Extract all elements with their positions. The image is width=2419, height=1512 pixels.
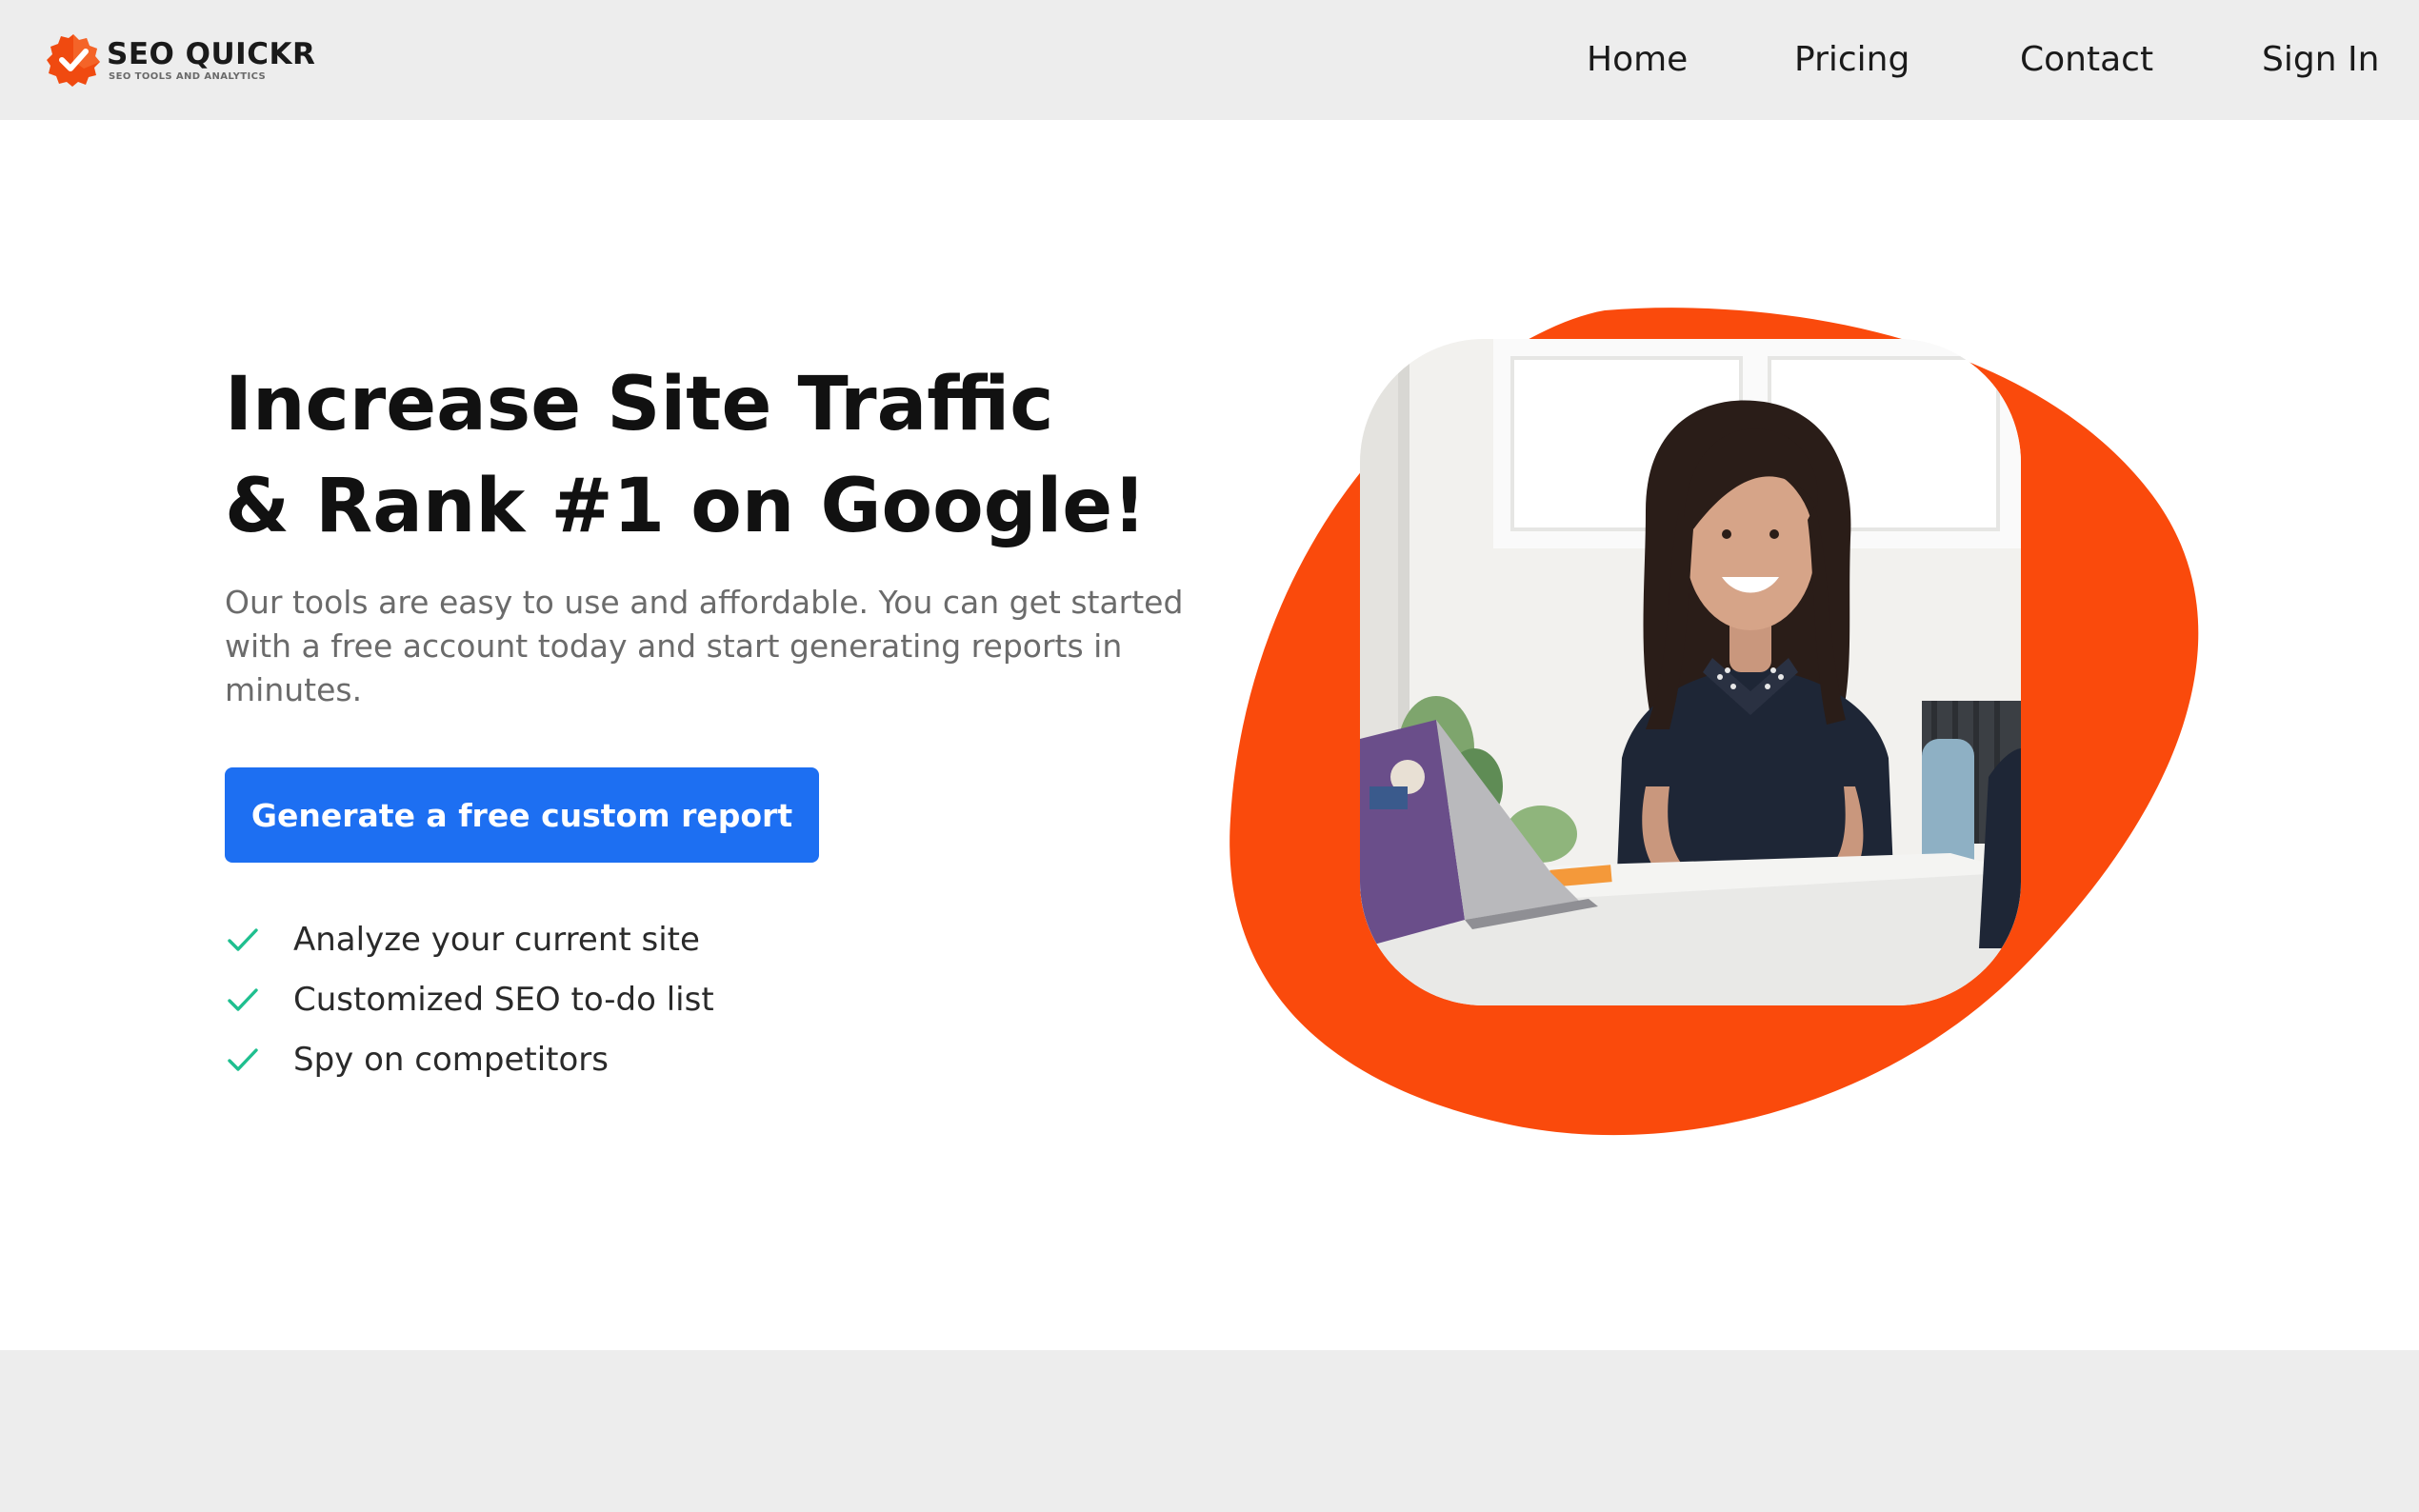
hero-title-line-1: Increase Site Traffic [225,362,1054,448]
nav-sign-in[interactable]: Sign In [2262,37,2379,83]
hero-title: Increase Site Traffic & Rank #1 on Googl… [225,354,1147,558]
site-header: SEO QUICKR SEO TOOLS AND ANALYTICS Home … [0,0,2419,120]
feature-item: Analyze your current site [225,909,714,969]
feature-list: Analyze your current site Customized SEO… [225,909,714,1089]
feature-label: Customized SEO to-do list [293,980,714,1019]
nav-contact[interactable]: Contact [2020,37,2153,83]
nav-pricing[interactable]: Pricing [1794,37,1909,83]
hero-visual [1219,305,2209,1143]
check-icon [228,987,258,1011]
footer-band [0,1350,2419,1512]
hero-title-line-2: & Rank #1 on Google! [225,464,1147,549]
badge-check-icon [47,34,100,87]
check-icon [228,1047,258,1071]
brand-name: SEO QUICKR [107,37,316,71]
check-icon [228,927,258,951]
feature-label: Analyze your current site [293,920,700,959]
brand-tagline: SEO TOOLS AND ANALYTICS [109,71,267,82]
generate-report-button[interactable]: Generate a free custom report [225,767,819,863]
feature-item: Customized SEO to-do list [225,969,714,1029]
hero-subtitle: Our tools are easy to use and affordable… [225,584,1184,708]
nav-home[interactable]: Home [1587,37,1688,83]
feature-label: Spy on competitors [293,1040,609,1079]
logo[interactable]: SEO QUICKR SEO TOOLS AND ANALYTICS [46,29,315,91]
hero-photo [1360,339,2021,1005]
feature-item: Spy on competitors [225,1029,714,1089]
